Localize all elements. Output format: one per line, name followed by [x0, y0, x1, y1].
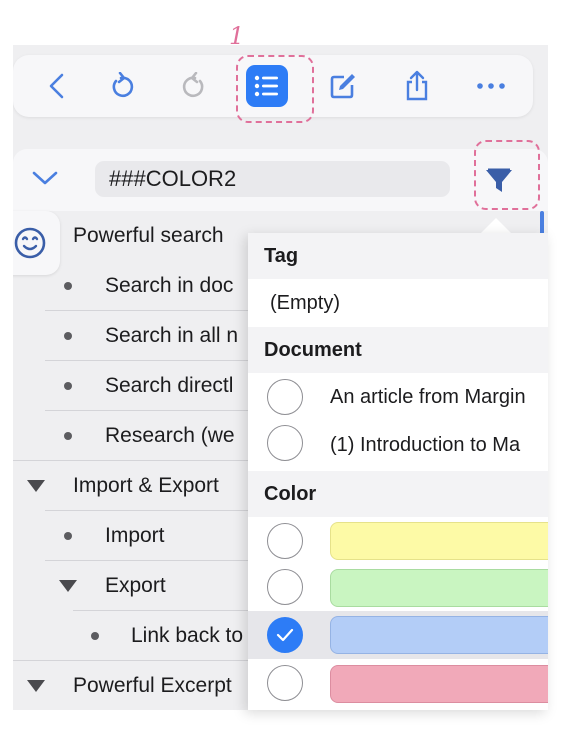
document-option-label: (1) Introduction to Ma [330, 434, 521, 456]
outline-item-label: Powerful search [73, 224, 224, 247]
outline-item[interactable]: Powerful Excerpt [13, 661, 253, 710]
document-option[interactable]: An article from Margin [248, 373, 548, 421]
popover-arrow [480, 218, 512, 234]
outline-item-label: Import [105, 524, 165, 547]
outline-item[interactable]: Export [13, 561, 253, 611]
back-button[interactable] [29, 55, 85, 117]
radio-button[interactable] [267, 523, 303, 559]
annotation-box-1 [236, 55, 314, 123]
radio-button[interactable] [267, 665, 303, 701]
document-header: Document [248, 327, 548, 373]
outline-item[interactable]: Import [13, 511, 253, 561]
radio-button[interactable] [267, 569, 303, 605]
search-bar: ###COLOR2 [13, 149, 548, 211]
filter-popover: Tag (Empty) Document An article from Mar… [248, 233, 548, 710]
outline-item-label: Import & Export [73, 474, 219, 497]
bullet-icon [64, 282, 72, 290]
tag-empty-option[interactable]: (Empty) [248, 279, 548, 327]
radio-button[interactable] [267, 379, 303, 415]
smiley-icon [14, 227, 46, 259]
back-icon [49, 73, 64, 99]
share-icon [406, 70, 428, 101]
color-option[interactable] [248, 611, 548, 659]
color-option[interactable] [248, 659, 548, 707]
edit-icon [330, 74, 355, 99]
more-icon [477, 83, 505, 89]
outline-item[interactable]: Research (we [13, 411, 253, 461]
bullet-icon [64, 432, 72, 440]
color-swatch-pink [330, 665, 548, 703]
edit-button[interactable] [315, 55, 371, 117]
smiley-button[interactable] [13, 211, 60, 275]
outline-item-label: Link back to [131, 624, 244, 647]
annotation-box-2 [474, 140, 540, 210]
bullet-icon [64, 382, 72, 390]
outline-item-label: Search directl [105, 374, 234, 397]
redo-icon [182, 72, 204, 98]
bullet-icon [91, 632, 99, 640]
outline-item[interactable]: Import & Export [13, 461, 253, 511]
outline-item-label: Powerful Excerpt [73, 674, 232, 697]
color-swatch-blue [330, 616, 548, 654]
disclosure-triangle-icon[interactable] [59, 580, 77, 592]
redo-button[interactable] [167, 55, 223, 117]
collapse-chevron-icon[interactable] [31, 169, 59, 187]
disclosure-triangle-icon[interactable] [27, 680, 45, 692]
bullet-icon [64, 532, 72, 540]
checkmark-icon [276, 628, 294, 642]
undo-icon [112, 72, 134, 98]
tag-header: Tag [248, 233, 548, 279]
radio-button-checked[interactable] [267, 617, 303, 653]
color-swatch-yellow [330, 522, 548, 560]
outline-item-label: Search in doc [105, 274, 234, 297]
color-option[interactable] [248, 517, 548, 565]
more-button[interactable] [463, 55, 519, 117]
bullet-icon [64, 332, 72, 340]
color-option[interactable] [248, 565, 548, 613]
outline-list: Powerful search Search in doc Search in … [13, 211, 253, 710]
outline-item[interactable]: Search directl [13, 361, 253, 411]
outline-item-label: Search in all n [105, 324, 239, 347]
outline-item-label: Export [105, 574, 166, 597]
outline-item-label: Research (we [105, 424, 235, 447]
color-swatch-green [330, 569, 548, 607]
undo-button[interactable] [93, 55, 149, 117]
document-option-label: An article from Margin [330, 386, 526, 408]
share-button[interactable] [389, 55, 445, 117]
disclosure-triangle-icon[interactable] [27, 480, 45, 492]
radio-button[interactable] [267, 425, 303, 461]
outline-item[interactable]: Link back to [13, 611, 253, 661]
document-option[interactable]: (1) Introduction to Ma [248, 421, 548, 469]
outline-item[interactable]: Search in all n [13, 311, 253, 361]
search-input[interactable]: ###COLOR2 [95, 161, 450, 197]
color-header: Color [248, 471, 548, 517]
